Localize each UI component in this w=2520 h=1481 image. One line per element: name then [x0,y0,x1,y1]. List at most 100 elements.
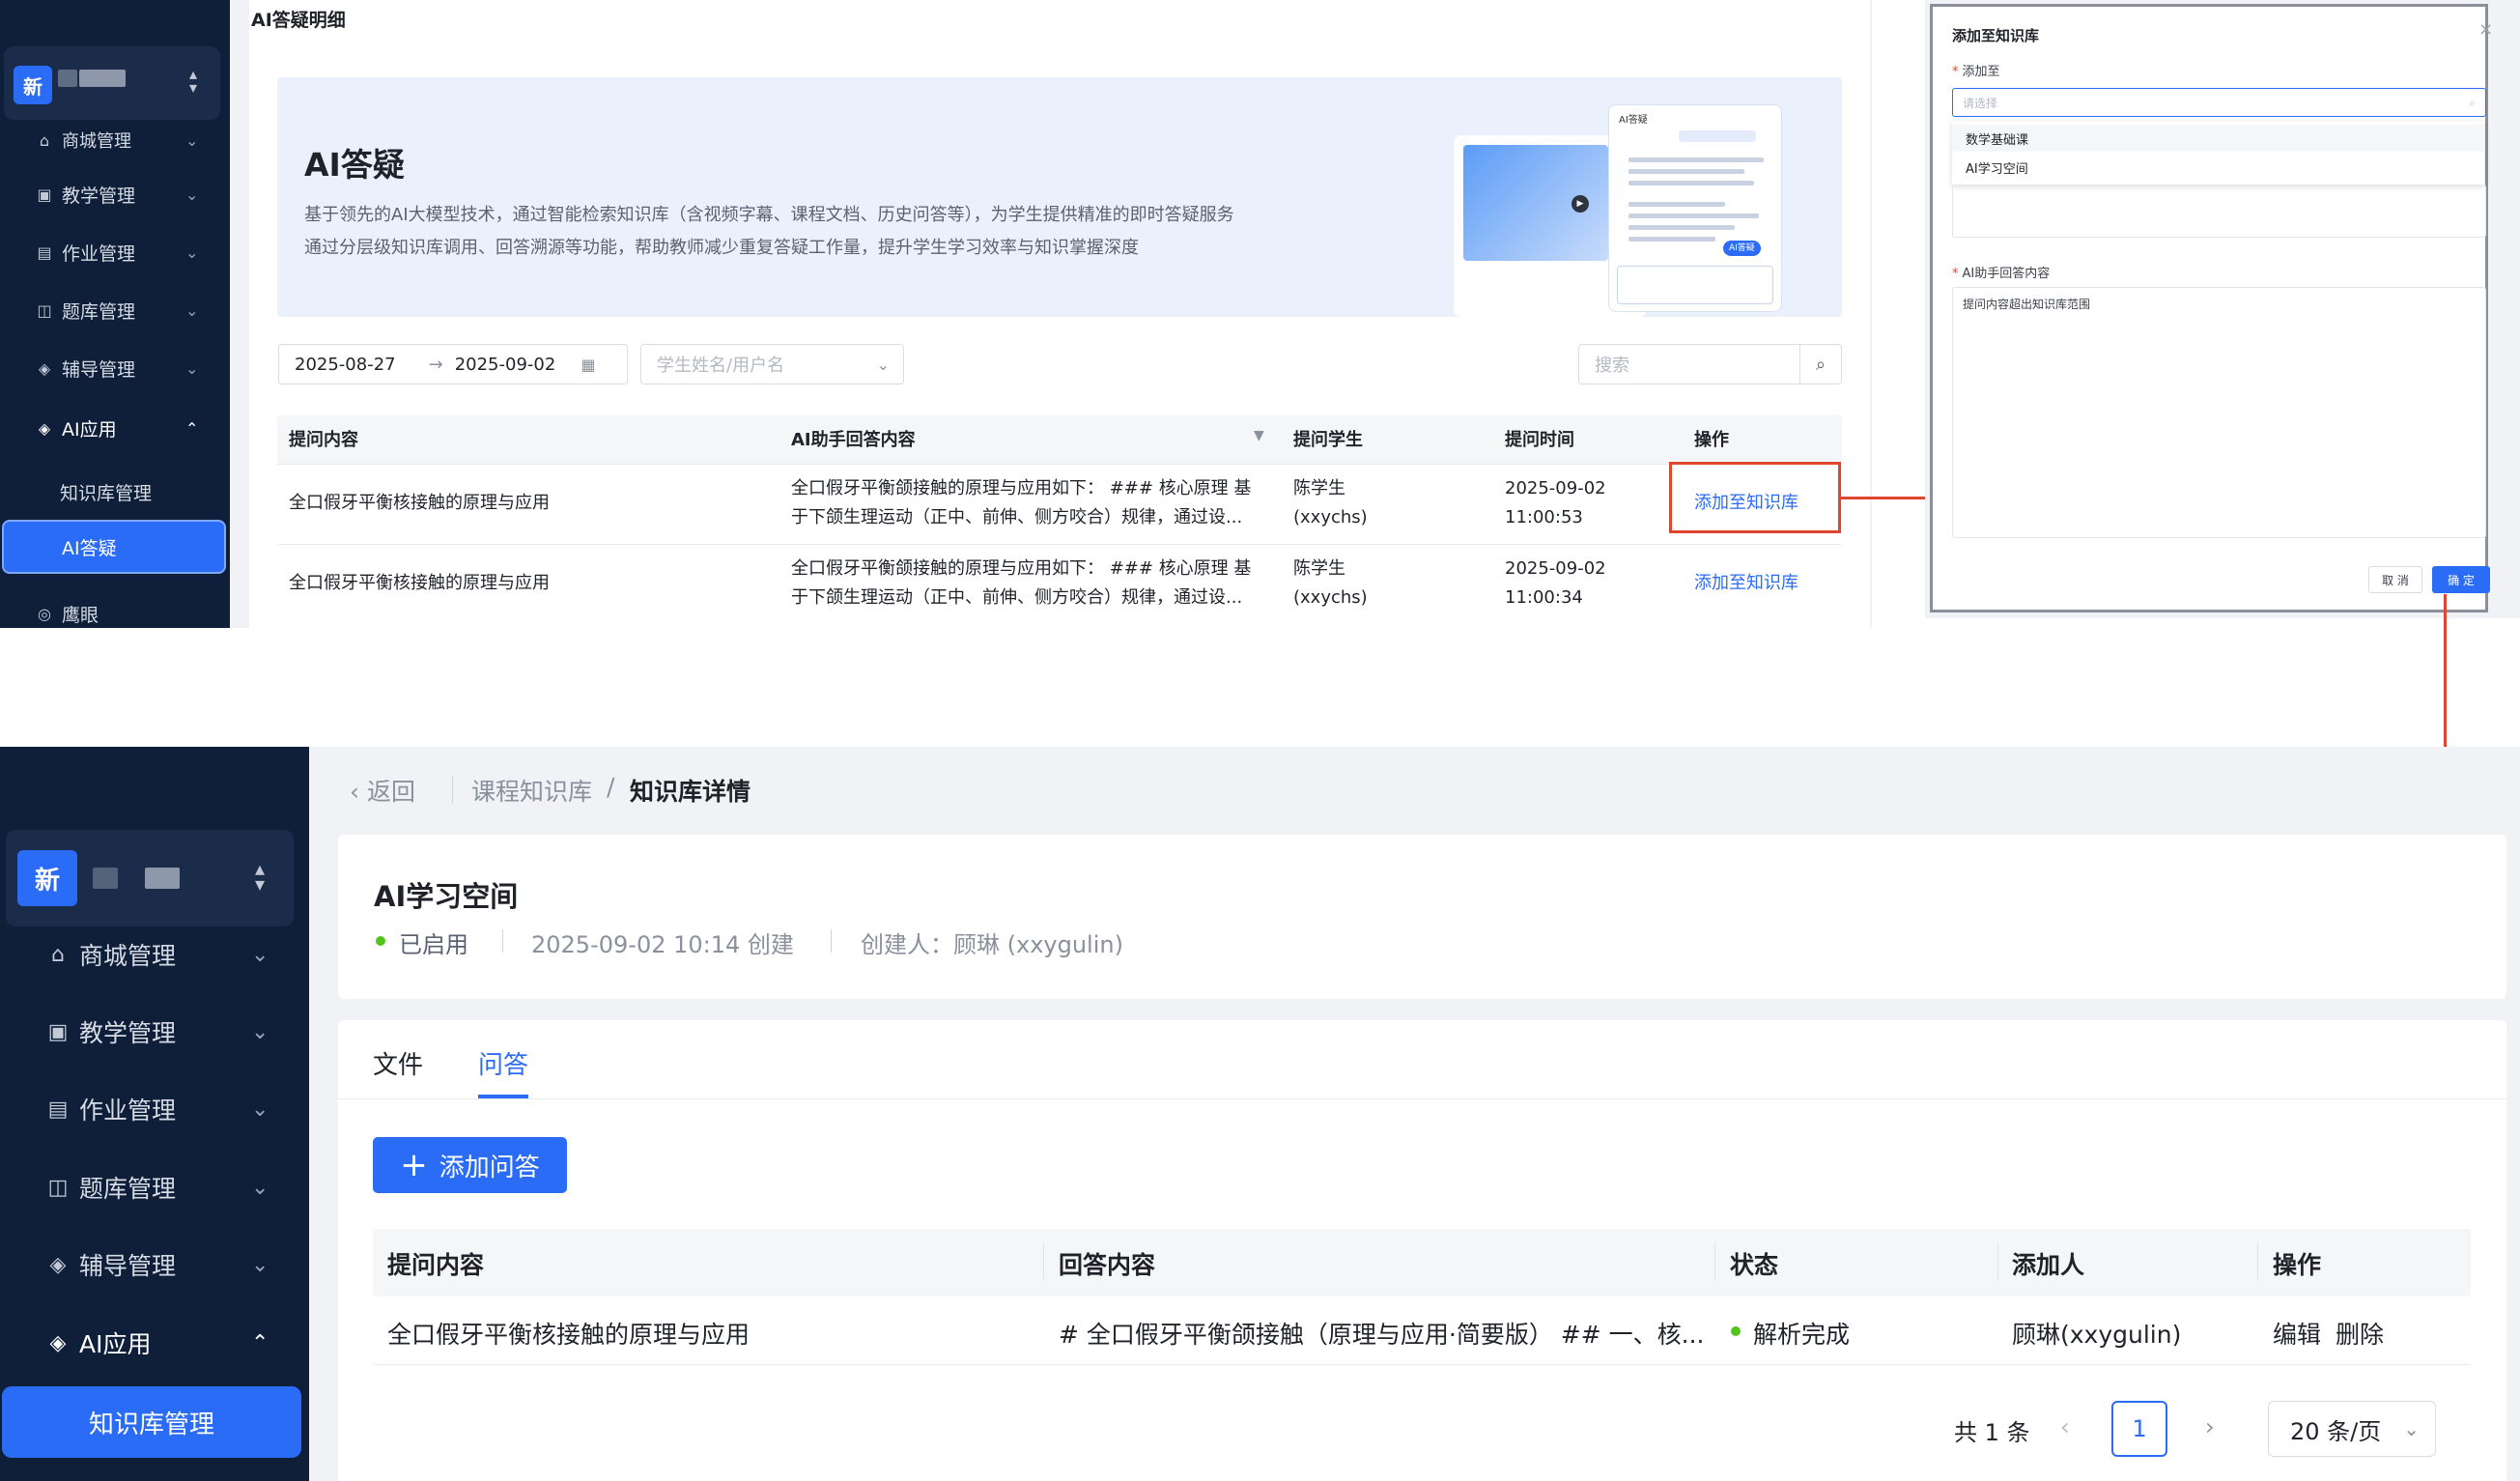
row-status: 解析完成 [1753,1321,1851,1349]
breadcrumb-divider [452,777,453,804]
chevron-down-icon: ⌄ [2403,1417,2420,1440]
sidebar-item-question-bank[interactable]: ◫ 题库管理 ⌄ [0,296,230,325]
kb-status: 已启用 [399,931,468,958]
blurred-school-name [79,70,126,87]
top-sidebar: 新 ▴ ▾ ⌂ 商城管理 ⌄ ▣ 教学管理 ⌄ ▤ 作业管理 ⌄ ◫ 题库管理 ⌄… [0,0,230,628]
sidebar-item-homework[interactable]: ▤ 作业管理 ⌄ [0,1090,309,1128]
next-page-icon[interactable]: › [2205,1413,2215,1440]
kb-select[interactable]: 请选择 ⌕ [1952,88,2486,117]
back-link[interactable]: ‹ 返回 [350,773,415,808]
row-date: 2025-09-02 [1505,478,1606,498]
col-student: 提问学生 [1293,430,1363,450]
sidebar-item-label: 鹰眼 [62,604,99,626]
chevron-left-icon: ‹ [350,778,359,806]
add-qa-button[interactable]: + 添加问答 [373,1137,567,1193]
student-select[interactable]: 学生姓名/用户名 ⌄ [640,344,904,384]
chat-line [1628,181,1754,185]
add-to-label: * 添加至 [1952,61,2000,79]
list-icon: ▤ [47,1097,69,1122]
chevron-down-icon: ⌄ [251,942,269,967]
delete-link[interactable]: 删除 [2336,1316,2384,1351]
sidebar-item-label: 知识库管理 [88,1410,214,1439]
row-answer: # 全口假牙平衡颌接触（原理与应用·简要版） ## 一、核... [1059,1321,1705,1349]
answer-textarea[interactable]: 提问内容超出知识库范围 [1952,287,2486,538]
chevron-down-icon: ⌄ [876,355,890,374]
row-date: 2025-09-02 [1505,558,1606,579]
sidebar-item-teaching[interactable]: ▣ 教学管理 ⌄ [0,1012,309,1051]
kb-qa-table-header [373,1229,2471,1296]
sidebar-item-label: AI应用 [79,1330,152,1358]
pagination-total: 共 1 条 [1954,1419,2030,1446]
play-icon: ▶ [1571,195,1589,213]
edit-link[interactable]: 编辑 [2273,1316,2321,1351]
col-divider [2257,1242,2258,1281]
page-1-button[interactable]: 1 [2111,1401,2167,1457]
sidebar-item-label: 作业管理 [62,242,136,265]
col-question: 提问内容 [387,1251,485,1279]
blurred-school-name [58,70,77,87]
row-answer-line1: 全口假牙平衡颌接触的原理与应用如下： ### 核心原理 基 [791,558,1252,579]
tab-files[interactable]: 文件 [373,1045,423,1081]
chevron-down-icon: ⌄ [185,300,199,320]
row-answer-line2: 于下颌生理运动（正中、前伸、侧方咬合）规律，通过设... [791,587,1243,608]
search-icon: ⌕ [1815,354,1826,375]
search-button[interactable]: ⌕ [1799,344,1842,384]
school-badge: 新 [17,850,77,906]
sidebar-item-question-bank[interactable]: ◫ 题库管理 ⌄ [0,1168,309,1207]
confirm-button[interactable]: 确 定 [2432,566,2490,593]
search-input[interactable]: 搜索 [1578,344,1800,384]
col-question: 提问内容 [289,430,358,450]
student-select-placeholder: 学生姓名/用户名 [657,356,785,376]
col-divider [1043,1242,1044,1281]
blurred-school-name [145,868,180,889]
meta-divider [502,929,503,953]
bank-icon: ◫ [37,300,52,320]
chevron-down-icon: ⌄ [251,1252,269,1277]
status-dot [376,936,385,946]
close-icon[interactable]: × [2478,19,2493,40]
question-textarea[interactable] [1952,185,2486,238]
chat-line [1628,237,1715,242]
sidebar-item-teaching[interactable]: ▣ 教学管理 ⌄ [0,180,230,209]
sidebar-item-label: 商城管理 [62,131,131,152]
kb-info-card [338,835,2506,999]
sidebar-item-mall[interactable]: ⌂ 商城管理 ⌄ [0,935,309,974]
sidebar-item-mall[interactable]: ⌂ 商城管理 ⌄ [0,126,230,155]
chat-line [1628,225,1735,230]
sidebar-item-label: 教学管理 [79,1019,177,1047]
plus-icon: + [400,1146,428,1184]
col-action: 操作 [2273,1251,2322,1279]
filter-icon[interactable]: ▼ [1254,428,1264,443]
row-student-name: 陈学生 [1293,478,1345,498]
sidebar-item-tutoring[interactable]: ◈ 辅导管理 ⌄ [0,1245,309,1284]
add-qa-label: 添加问答 [439,1153,540,1182]
kb-select-placeholder: 请选择 [1963,96,1998,110]
breadcrumb-parent[interactable]: 课程知识库 [471,773,592,808]
sidebar-item-label: AI答疑 [62,537,117,559]
sidebar-item-homework[interactable]: ▤ 作业管理 ⌄ [0,238,230,267]
sidebar-item-tutoring[interactable]: ◈ 辅导管理 ⌄ [0,354,230,383]
sidebar-item-kb-management[interactable]: 知识库管理 [0,477,230,506]
kb-option[interactable]: AI学习空间 [1952,154,2484,181]
page-size-select[interactable]: 20 条/页 ⌄ [2268,1401,2436,1457]
sidebar-item-kb-management[interactable]: 知识库管理 [2,1386,301,1458]
highlight-annotation [1669,462,1841,533]
sidebar-item-ai-qa[interactable]: AI答疑 [2,520,226,574]
qa-table-header [277,415,1842,464]
date-range-picker[interactable]: 2025-08-27 → 2025-09-02 ▦ [278,344,628,384]
kb-option[interactable]: 数学基础课 [1952,125,2484,152]
ai-icon: ◈ [38,418,51,438]
sidebar-item-ai-apps[interactable]: ◈ AI应用 ⌃ [0,413,230,442]
banner-desc-line1: 基于领先的AI大模型技术，通过智能检索知识库（含视频字幕、课程文档、历史问答等）… [304,205,1234,225]
kb-created: 2025-09-02 10:14 创建 [531,931,794,958]
add-to-kb-link[interactable]: 添加至知识库 [1694,569,1798,598]
cancel-button[interactable]: 取 消 [2368,566,2422,593]
prev-page-icon[interactable]: ‹ [2060,1413,2070,1440]
tab-qa[interactable]: 问答 [478,1045,528,1081]
graduation-cap-icon: ◈ [49,1252,67,1277]
chat-line [1628,157,1764,162]
sidebar-item-eagle-eye[interactable]: ◎ 鹰眼 [0,599,230,628]
chevron-down-icon: ⌄ [251,1097,269,1122]
sidebar-item-label: 教学管理 [62,185,136,207]
sidebar-item-ai-apps[interactable]: ◈ AI应用 ⌃ [0,1324,309,1362]
